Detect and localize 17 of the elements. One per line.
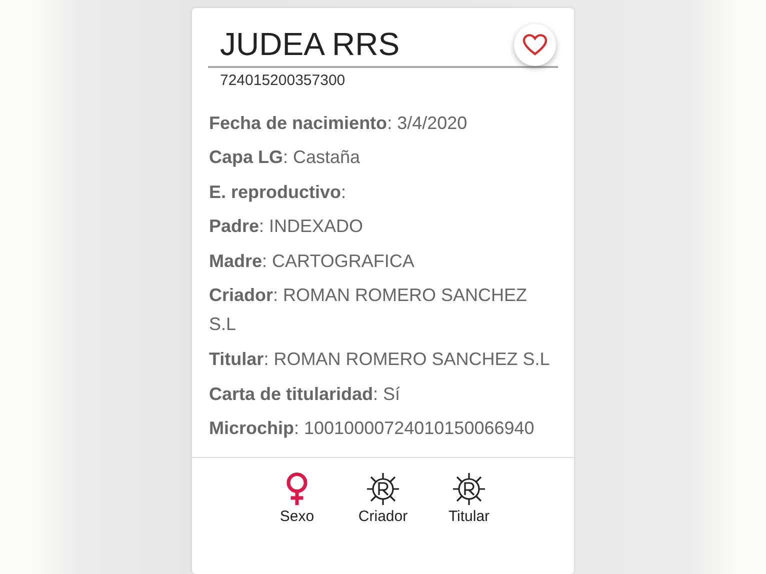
icon-label: Criador	[358, 508, 408, 526]
detail-field: Fecha de nacimiento: 3/4/2020	[209, 108, 552, 138]
detail-field: Carta de titularidad: Sí	[209, 380, 552, 409]
detail-field: Criador: ROMAN ROMERO SANCHEZ S.L	[209, 281, 552, 340]
icon-label: Sexo	[280, 508, 314, 526]
registration-number: 724015200357300	[219, 71, 346, 91]
detail-field: Padre: INDEXADO	[209, 212, 552, 242]
registered-mark-icon	[366, 472, 400, 506]
detail-field: Capa LG: Castaña	[209, 143, 552, 172]
icon-label: Titular	[448, 508, 490, 526]
heart-icon	[523, 34, 547, 56]
registered-mark-icon	[452, 472, 486, 506]
favorite-button[interactable]	[514, 24, 556, 66]
detail-field: Titular: ROMAN ROMERO SANCHEZ S.L	[209, 345, 552, 374]
detail-field: Madre: CARTOGRAFICA	[209, 246, 552, 276]
detail-field: Microchip: 10010000724010150066940	[209, 414, 552, 444]
detail-field: E. reproductivo:	[209, 178, 552, 207]
